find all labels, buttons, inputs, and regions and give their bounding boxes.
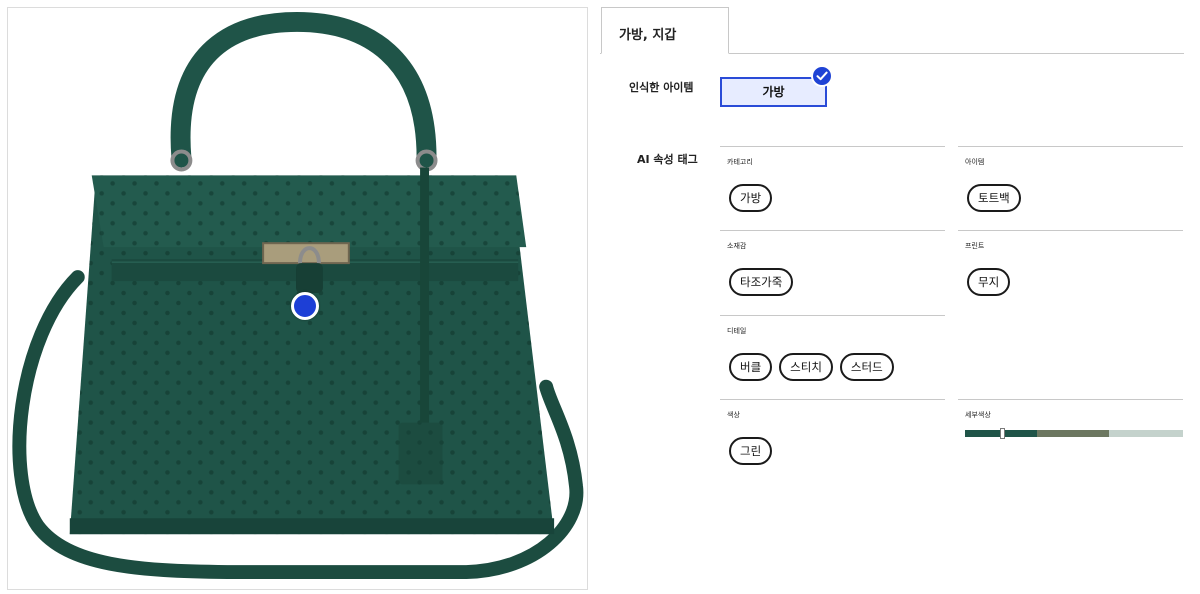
item-hotspot-marker[interactable] [291, 292, 319, 320]
ai-tags-label: AI 속성 태그 [637, 153, 698, 166]
attr-sub-color: 세부색상 [958, 399, 1183, 483]
tab-bar: 가방, 지갑 [600, 7, 1184, 54]
color-swatch-marker[interactable] [1000, 428, 1006, 439]
tag-chip[interactable]: 토트백 [967, 184, 1021, 212]
attr-print-title: 프린트 [965, 242, 985, 250]
attr-material-chips: 타조가죽 [729, 268, 794, 296]
attr-category: 카테고리 가방 [720, 146, 945, 230]
attr-sub-color-title: 세부색상 [965, 411, 991, 419]
attr-detail: 디테일 버클 스티치 스터드 [720, 315, 945, 399]
check-icon [811, 65, 833, 87]
attr-print-chips: 무지 [967, 268, 1011, 296]
analysis-panel: 가방, 지갑 인식한 아이템 가방 AI 속성 태그 카테고리 가방 아이템 토… [600, 7, 1184, 590]
attr-category-title: 카테고리 [727, 158, 753, 166]
attr-item: 아이템 토트백 [958, 146, 1183, 230]
tag-chip[interactable]: 스터드 [839, 353, 894, 381]
attr-material-title: 소재감 [727, 242, 747, 250]
attr-color-title: 색상 [727, 411, 740, 419]
tag-chip[interactable]: 그린 [729, 437, 773, 465]
recognized-item-label: 인식한 아이템 [629, 81, 694, 94]
tab-bag-wallet[interactable]: 가방, 지갑 [601, 7, 729, 54]
recognized-item-button[interactable]: 가방 [720, 77, 827, 107]
attr-detail-title: 디테일 [727, 327, 747, 335]
attr-color: 색상 그린 [720, 399, 945, 483]
color-swatch-segment [1108, 430, 1183, 437]
color-swatch-segment [1036, 430, 1109, 437]
attr-detail-chips: 버클 스티치 스터드 [729, 353, 894, 381]
attr-item-title: 아이템 [965, 158, 985, 166]
tag-chip[interactable]: 가방 [729, 184, 773, 212]
attr-print: 프린트 무지 [958, 230, 1183, 315]
attr-item-chips: 토트백 [967, 184, 1021, 212]
product-image-panel [7, 7, 588, 590]
tag-chip[interactable]: 타조가죽 [729, 268, 794, 296]
attr-material: 소재감 타조가죽 [720, 230, 945, 315]
attr-category-chips: 가방 [729, 184, 773, 212]
tag-chip[interactable]: 무지 [967, 268, 1011, 296]
tag-chip[interactable]: 스티치 [779, 353, 833, 381]
tag-chip[interactable]: 버클 [729, 353, 773, 381]
color-swatch-bar [965, 428, 1183, 439]
attr-color-chips: 그린 [729, 437, 773, 465]
